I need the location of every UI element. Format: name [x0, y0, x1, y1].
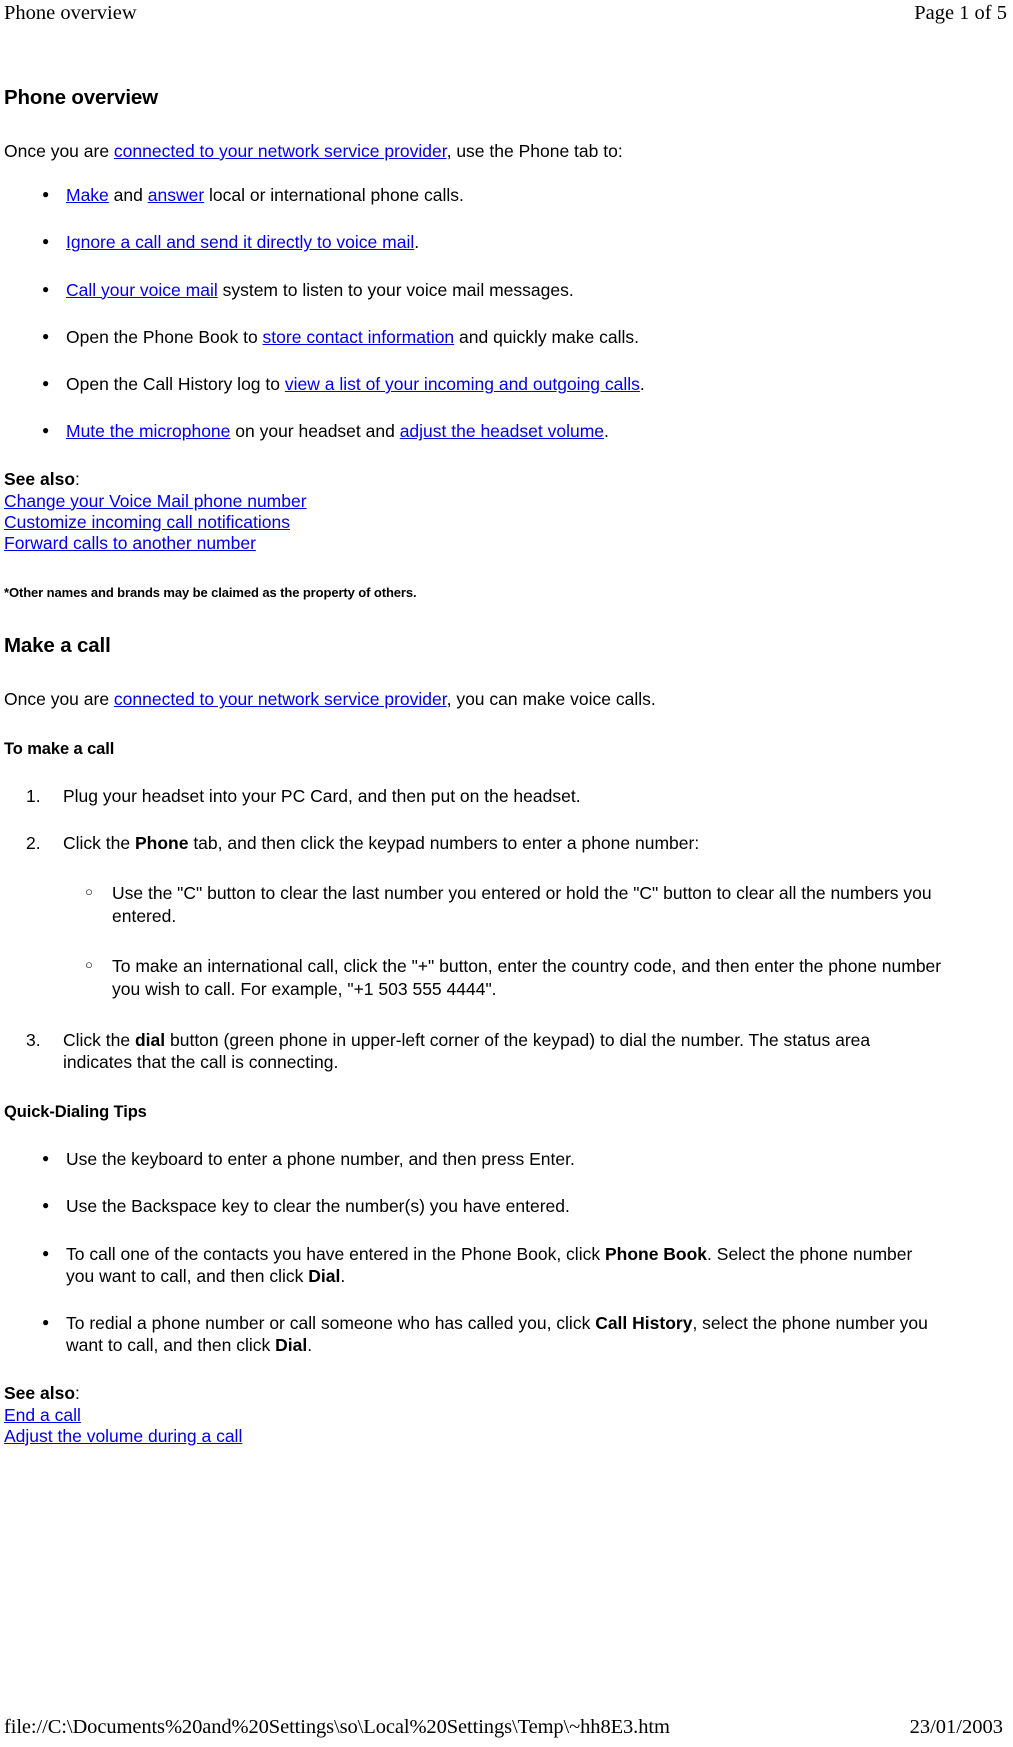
- bullet6-tail: .: [604, 421, 609, 442]
- link-call-your-voice-mail[interactable]: Call your voice mail: [66, 280, 218, 300]
- make-a-call-intro-paragraph: Once you are connected to your network s…: [4, 688, 944, 710]
- see-also-label-2: See also:: [4, 1383, 944, 1404]
- link-change-voice-mail-number[interactable]: Change your Voice Mail phone number: [4, 491, 944, 512]
- step3-head: Click the: [63, 1029, 135, 1050]
- tip3-tail: .: [340, 1265, 346, 1286]
- page-title: Phone overview: [4, 86, 158, 109]
- list-item: Open the Phone Book to store contact inf…: [42, 325, 944, 348]
- make-a-call-steps: Plug your headset into your PC Card, and…: [4, 785, 944, 1073]
- make-call-intro-suffix: , you can make voice calls.: [446, 689, 656, 710]
- link-connected-to-network-service-provider-2[interactable]: connected to your network service provid…: [114, 689, 447, 709]
- tip1-text: Use the keyboard to enter a phone number…: [66, 1149, 575, 1170]
- bullet5-tail: .: [639, 374, 645, 395]
- bullet2-tail: .: [414, 232, 420, 253]
- tip4-head: To redial a phone number or call someone…: [66, 1313, 596, 1334]
- document-content: Phone overview Once you are connected to…: [4, 86, 944, 1447]
- link-connected-to-network-service-provider[interactable]: connected to your network service provid…: [114, 141, 447, 161]
- see-also-make-a-call: See also: End a call Adjust the volume d…: [4, 1383, 944, 1448]
- section-heading-make-a-call: Make a call: [4, 634, 111, 658]
- overview-intro-prefix: Once you are: [4, 141, 114, 161]
- link-adjust-headset-volume[interactable]: adjust the headset volume: [400, 421, 604, 441]
- tip3-head: To call one of the contacts you have ent…: [66, 1243, 605, 1264]
- ui-term-call-history: Call History: [595, 1313, 693, 1334]
- link-ignore-a-call[interactable]: Ignore a call and send it directly to vo…: [66, 232, 414, 252]
- list-item: Use the keyboard to enter a phone number…: [42, 1147, 944, 1170]
- overview-feature-list: Make and answer local or international p…: [4, 183, 944, 442]
- list-item: Click the dial button (green phone in up…: [26, 1029, 944, 1073]
- bullet3-tail: system to listen to your voice mail mess…: [217, 279, 574, 300]
- step2-sub1-text: Use the "C" button to clear the last num…: [112, 882, 932, 926]
- see-also-label-text-2: See also: [4, 1382, 76, 1403]
- print-footer-date: 23/01/2003: [909, 1716, 1003, 1738]
- tip4-tail: .: [307, 1335, 313, 1356]
- step2-sub-list: Use the "C" button to clear the last num…: [63, 882, 944, 1001]
- step1-text: Plug your headset into your PC Card, and…: [63, 786, 581, 807]
- list-item: Make and answer local or international p…: [42, 183, 944, 206]
- step3-tail: button (green phone in upper-left corner…: [63, 1029, 871, 1073]
- ui-term-dial-button: dial: [134, 1029, 166, 1050]
- ui-term-dial-1: Dial: [308, 1265, 341, 1286]
- bullet1-mid: and: [108, 185, 148, 206]
- list-item: Ignore a call and send it directly to vo…: [42, 230, 944, 253]
- bullet6-mid: on your headset and: [230, 421, 400, 442]
- print-header: Phone overview Page 1 of 5: [0, 0, 1013, 25]
- see-also-colon-2: :: [75, 1382, 80, 1403]
- subheading-quick-dialing-tips: Quick-Dialing Tips: [4, 1103, 147, 1122]
- list-item: Plug your headset into your PC Card, and…: [26, 785, 944, 807]
- list-item: Click the Phone tab, and then click the …: [26, 832, 944, 1001]
- subheading-to-make-a-call: To make a call: [4, 740, 115, 759]
- link-end-a-call[interactable]: End a call: [4, 1405, 944, 1426]
- link-mute-the-microphone[interactable]: Mute the microphone: [66, 421, 230, 441]
- link-forward-calls[interactable]: Forward calls to another number: [4, 533, 944, 554]
- ui-term-dial-2: Dial: [275, 1335, 308, 1356]
- list-item: To redial a phone number or call someone…: [42, 1311, 944, 1356]
- quick-dialing-tips-list: Use the keyboard to enter a phone number…: [4, 1147, 944, 1356]
- step2-tail: tab, and then click the keypad numbers t…: [188, 832, 700, 853]
- step2-sub2-text: To make an international call, click the…: [112, 956, 942, 1000]
- list-item: Mute the microphone on your headset and …: [42, 419, 944, 442]
- step2-head: Click the: [63, 832, 135, 853]
- see-also-overview: See also: Change your Voice Mail phone n…: [4, 469, 944, 555]
- print-header-page-number: Page 1 of 5: [914, 2, 1007, 24]
- bullet5-head: Open the Call History log to: [66, 374, 285, 395]
- see-also-label-text: See also: [4, 468, 76, 489]
- list-item: Use the Backspace key to clear the numbe…: [42, 1194, 944, 1217]
- tip2-text: Use the Backspace key to clear the numbe…: [66, 1196, 570, 1217]
- ui-term-phone-book: Phone Book: [604, 1243, 708, 1264]
- link-make[interactable]: Make: [66, 185, 109, 205]
- overview-intro-paragraph: Once you are connected to your network s…: [4, 140, 944, 162]
- see-also-label: See also:: [4, 469, 944, 490]
- link-customize-call-notifications[interactable]: Customize incoming call notifications: [4, 512, 944, 533]
- print-footer: file://C:\Documents%20and%20Settings\so\…: [0, 1716, 1013, 1739]
- list-item: Call your voice mail system to listen to…: [42, 278, 944, 301]
- bullet4-head: Open the Phone Book to: [66, 326, 263, 347]
- trademark-footnote: *Other names and brands may be claimed a…: [4, 584, 417, 600]
- list-item: To make an international call, click the…: [85, 955, 944, 1001]
- list-item: Open the Call History log to view a list…: [42, 372, 944, 395]
- bullet1-tail: local or international phone calls.: [204, 185, 464, 206]
- print-header-title: Phone overview: [4, 2, 137, 24]
- list-item: To call one of the contacts you have ent…: [42, 1242, 944, 1287]
- link-store-contact-information[interactable]: store contact information: [263, 327, 455, 347]
- link-view-call-list[interactable]: view a list of your incoming and outgoin…: [285, 374, 640, 394]
- list-item: Use the "C" button to clear the last num…: [85, 882, 944, 928]
- print-footer-file-path: file://C:\Documents%20and%20Settings\so\…: [4, 1716, 670, 1738]
- bullet4-tail: and quickly make calls.: [454, 326, 639, 347]
- link-answer[interactable]: answer: [148, 185, 204, 205]
- see-also-colon: :: [75, 468, 80, 489]
- link-adjust-volume-during-call[interactable]: Adjust the volume during a call: [4, 1426, 944, 1447]
- make-call-intro-prefix: Once you are: [4, 689, 114, 710]
- overview-intro-suffix: , use the Phone tab to:: [446, 141, 623, 161]
- ui-term-phone-tab: Phone: [134, 832, 189, 853]
